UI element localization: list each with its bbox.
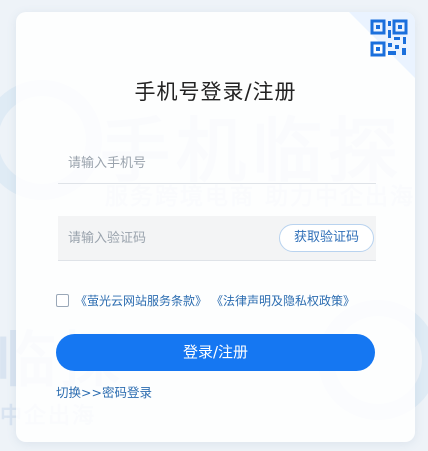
qr-login-toggle[interactable] [349,12,415,78]
agreement-row: 《萤光云网站服务条款》 《法律声明及隐私权政策》 [56,292,355,309]
login-card: 手机号登录/注册 获取验证码 《萤光云网站服务条款》 《法律声明及隐私权政策》 … [16,12,415,442]
agreement-checkbox[interactable] [56,294,69,307]
phone-field-wrapper [58,144,376,184]
privacy-link[interactable]: 《法律声明及隐私权政策》 [211,292,355,309]
verification-code-input[interactable] [58,216,258,260]
code-field-wrapper: 获取验证码 [58,216,376,261]
page-title: 手机号登录/注册 [134,80,297,104]
qr-code-icon [370,19,408,57]
get-code-button[interactable]: 获取验证码 [278,224,374,252]
login-register-button[interactable]: 登录/注册 [56,334,375,371]
terms-link[interactable]: 《萤光云网站服务条款》 [75,292,207,309]
switch-to-password-login-link[interactable]: 切换>>密码登录 [56,382,152,401]
phone-input[interactable] [58,144,376,183]
